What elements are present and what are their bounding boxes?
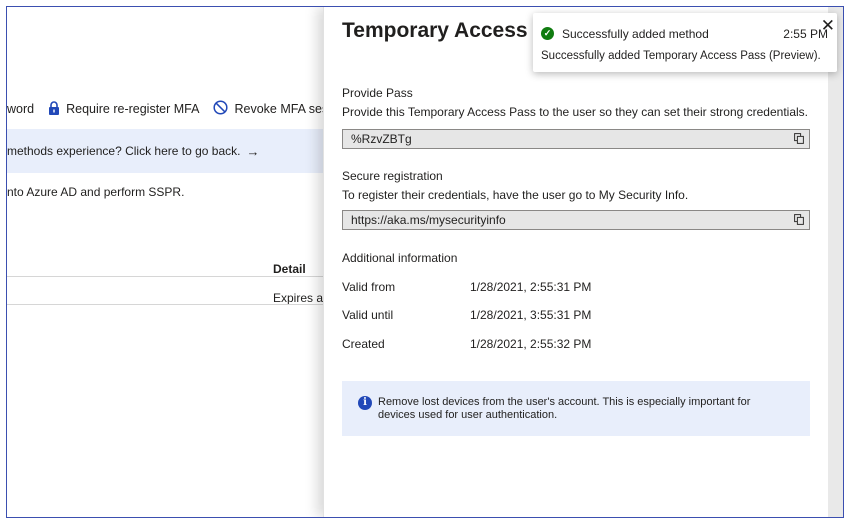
info-label: Valid until <box>342 308 394 322</box>
temporary-access-pass-panel: Temporary Access Pass Provide Pass Provi… <box>323 7 829 517</box>
info-value: 1/28/2021, 2:55:32 PM <box>470 337 592 351</box>
reset-password-button[interactable]: word <box>7 102 34 116</box>
toolbar: word Require re-register MFA Revoke MFA … <box>7 100 365 118</box>
info-row-valid-until: Valid until 1/28/2021, 3:55:31 PM <box>342 308 591 322</box>
blocked-icon <box>213 100 229 118</box>
toolbar-item-label: word <box>7 102 35 116</box>
success-check-icon: ✓ <box>541 27 554 40</box>
additional-info-heading: Additional information <box>342 251 458 265</box>
divider <box>7 304 337 305</box>
column-header-detail: Detail <box>273 262 306 276</box>
provide-pass-heading: Provide Pass <box>342 86 413 100</box>
info-value: 1/28/2021, 3:55:31 PM <box>470 308 592 322</box>
arrow-right-icon: → <box>246 143 260 159</box>
pass-value: %RzvZBTg <box>351 132 412 146</box>
secure-registration-description: To register their credentials, have the … <box>342 188 689 202</box>
success-notification[interactable]: ✓ Successfully added method 2:55 PM ✕ Su… <box>533 13 837 72</box>
notification-message: Successfully added Temporary Access Pass… <box>541 50 821 62</box>
copy-icon[interactable] <box>794 214 804 225</box>
lock-icon <box>48 100 60 118</box>
app-window: word Require re-register MFA Revoke MFA … <box>6 6 844 518</box>
toolbar-item-label: Require re-register MFA <box>66 102 200 116</box>
pass-value-field[interactable]: %RzvZBTg <box>342 129 810 149</box>
old-experience-banner[interactable]: methods experience? Click here to go bac… <box>7 129 337 173</box>
close-icon[interactable]: ✕ <box>821 17 835 34</box>
registration-url-field[interactable]: https://aka.ms/mysecurityinfo <box>342 210 810 230</box>
copy-icon[interactable] <box>794 133 804 144</box>
info-label: Valid from <box>342 280 396 294</box>
notification-title: Successfully added method <box>562 27 709 41</box>
info-row-valid-from: Valid from 1/28/2021, 2:55:31 PM <box>342 280 591 294</box>
table-cell: Expires at <box>273 291 327 305</box>
info-message: Remove lost devices from the user's acco… <box>378 396 751 421</box>
info-icon: i <box>358 396 372 410</box>
info-value: 1/28/2021, 2:55:31 PM <box>470 280 592 294</box>
description-text: nto Azure AD and perform SSPR. <box>7 185 185 199</box>
secure-registration-heading: Secure registration <box>342 169 443 183</box>
require-reregister-mfa-button[interactable]: Require re-register MFA <box>48 100 200 118</box>
provide-pass-description: Provide this Temporary Access Pass to th… <box>342 105 809 119</box>
info-message-bar: i Remove lost devices from the user's ac… <box>342 381 810 436</box>
scrollbar[interactable] <box>828 7 843 517</box>
background-page: word Require re-register MFA Revoke MFA … <box>7 7 351 517</box>
info-row-created: Created 1/28/2021, 2:55:32 PM <box>342 337 591 351</box>
banner-text: methods experience? Click here to go bac… <box>7 144 241 158</box>
registration-url: https://aka.ms/mysecurityinfo <box>351 213 506 227</box>
divider <box>7 276 337 277</box>
info-label: Created <box>342 337 385 351</box>
